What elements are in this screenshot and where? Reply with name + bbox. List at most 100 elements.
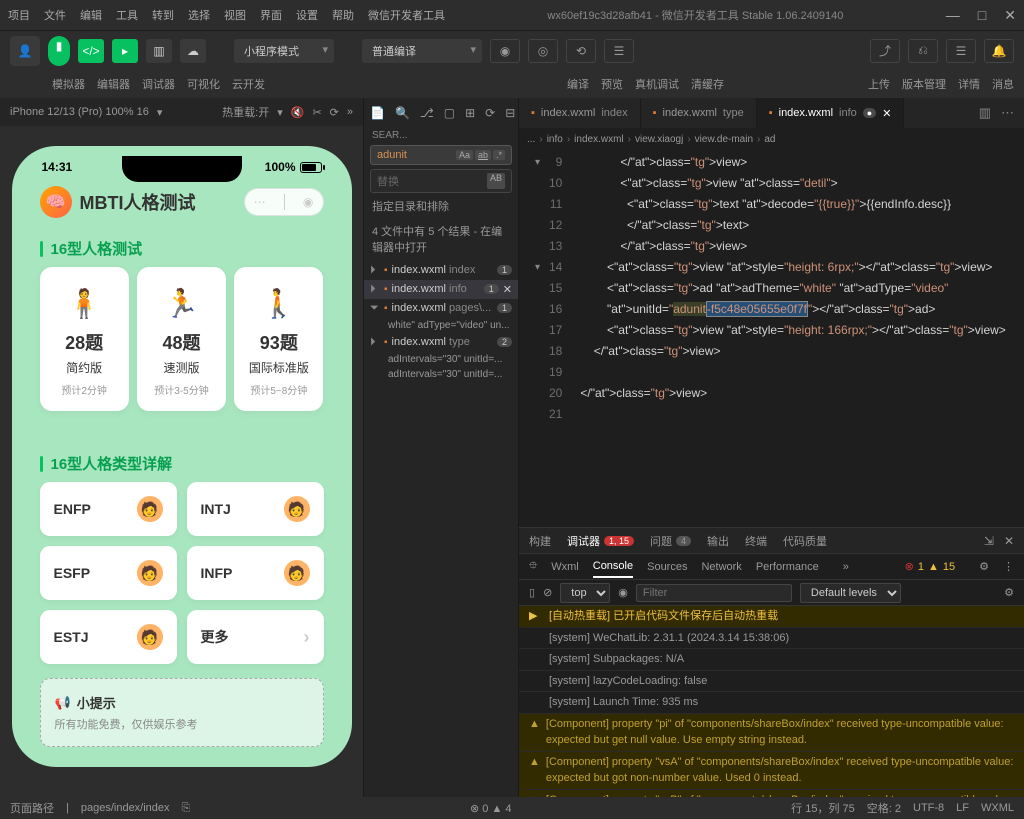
editor-tab[interactable]: ▪index.wxmlindex [519, 98, 641, 128]
inspect-icon[interactable]: ⯐ [529, 557, 537, 576]
menu-item[interactable]: 微信开发者工具 [368, 7, 445, 23]
tab-console[interactable]: Console [593, 556, 633, 578]
editor-tab[interactable]: ▪index.wxmltype [641, 98, 757, 128]
debugger-toggle[interactable]: ▸ [112, 39, 138, 63]
editor-tab[interactable]: ▪index.wxmlinfo●✕ [757, 98, 905, 128]
type-card[interactable]: INTJ🧑 [187, 482, 324, 536]
test-card[interactable]: 🧍28题简约版预计2分钟 [40, 267, 129, 411]
avatar-icon[interactable]: 👤 [10, 36, 40, 66]
mute-icon[interactable]: 🔇 [291, 106, 305, 119]
search-result-file[interactable]: ⏵▪index.wxml info1✕ [364, 280, 518, 299]
eye-icon[interactable]: ◉ [618, 586, 628, 599]
device-label[interactable]: iPhone 12/13 (Pro) 100% 16 [10, 106, 149, 118]
remote-debug-button[interactable]: ⟲ [566, 39, 596, 63]
menu-item[interactable]: 视图 [224, 7, 246, 23]
tab-performance[interactable]: Performance [756, 557, 819, 577]
explorer-icon[interactable]: 📄 [370, 106, 385, 120]
panel-close-icon[interactable]: ✕ [1004, 534, 1014, 548]
tab-wxml[interactable]: Wxml [551, 557, 579, 577]
editor-toggle[interactable]: </> [78, 39, 104, 63]
breadcrumb[interactable]: index.wxml [574, 134, 623, 145]
type-card[interactable]: ESTJ🧑 [40, 610, 177, 664]
message-button[interactable]: 🔔 [984, 39, 1014, 63]
compile-button[interactable]: ◉ [490, 39, 520, 63]
test-card[interactable]: 🏃48题速测版预计3-5分钟 [137, 267, 226, 411]
breadcrumb[interactable]: view.de-main [695, 134, 753, 145]
filter-input[interactable] [636, 584, 792, 602]
scope-toggle[interactable]: 指定目录和排除 [364, 195, 518, 220]
rotate-icon[interactable]: ⟳ [330, 106, 339, 119]
settings-icon[interactable]: ⚙ [1004, 586, 1014, 599]
menu-item[interactable]: 界面 [260, 7, 282, 23]
encoding[interactable]: UTF-8 [913, 802, 944, 814]
search-input[interactable]: adunit Aaab.* [370, 145, 512, 165]
close-icon[interactable]: ✕ [1004, 7, 1016, 24]
more-icon[interactable]: ⋯ [1001, 105, 1014, 121]
panel-tab[interactable]: 构建 [529, 533, 551, 549]
breadcrumb[interactable]: ad [764, 134, 775, 145]
ext-icon[interactable]: ⊞ [465, 106, 475, 120]
version-button[interactable]: ⎌ [908, 39, 938, 63]
breadcrumb[interactable]: info [547, 134, 563, 145]
language[interactable]: WXML [981, 802, 1014, 814]
upload-button[interactable]: ⤴ [870, 39, 900, 63]
test-card[interactable]: 🚶93题国际标准版预计5~8分钟 [234, 267, 323, 411]
menu-item[interactable]: 编辑 [80, 7, 102, 23]
snip-icon[interactable]: ✂ [312, 106, 321, 119]
clear-console-icon[interactable]: ⊘ [543, 586, 552, 599]
search-result-file[interactable]: ⏵▪index.wxml index1 [364, 261, 518, 280]
code-editor[interactable]: ▾▾ 9101112131415161718192021 </"at">clas… [519, 150, 1024, 527]
menu-item[interactable]: 选择 [188, 7, 210, 23]
indent[interactable]: 空格: 2 [867, 800, 901, 816]
minimize-icon[interactable]: — [946, 7, 960, 24]
menu-item[interactable]: 设置 [296, 7, 318, 23]
search-icon[interactable]: 🔍 [395, 106, 410, 120]
problems-count[interactable]: ⊗ 0 ▲ 4 [470, 802, 512, 815]
levels-select[interactable]: Default levels [800, 583, 901, 603]
type-card[interactable]: ESFP🧑 [40, 546, 177, 600]
type-card[interactable]: INFP🧑 [187, 546, 324, 600]
refresh-icon[interactable]: ⟳ [485, 106, 495, 120]
hot-reload-label[interactable]: 热重载:开 [222, 104, 269, 120]
maximize-icon[interactable]: □ [978, 7, 986, 24]
eol[interactable]: LF [956, 802, 969, 814]
simulator-toggle[interactable]: ▮ [48, 36, 70, 66]
panel-tab[interactable]: 代码质量 [783, 533, 827, 549]
phone-simulator[interactable]: 14:31 100% 🧠 MBTI人格测试 ⋯◉ 16型人格测试 🧍28题简约版… [12, 146, 352, 767]
capsule[interactable]: ⋯◉ [244, 188, 324, 216]
box-icon[interactable]: ▢ [444, 106, 455, 120]
menu-item[interactable]: 转到 [152, 7, 174, 23]
search-result-file[interactable]: ⏵▪index.wxml type2 [364, 333, 518, 352]
panel-tab[interactable]: 调试器1, 15 [567, 533, 634, 549]
preview-button[interactable]: ◎ [528, 39, 558, 63]
copy-icon[interactable]: ⎘ [182, 802, 191, 815]
panel-tab[interactable]: 输出 [707, 533, 729, 549]
menu-item[interactable]: 项目 [8, 7, 30, 23]
mode-select[interactable]: 小程序模式 [234, 39, 334, 63]
type-card[interactable]: ENFP🧑 [40, 482, 177, 536]
tab-sources[interactable]: Sources [647, 557, 687, 577]
branch-icon[interactable]: ⎇ [420, 106, 434, 120]
menu-item[interactable]: 工具 [116, 7, 138, 23]
cloud-toggle[interactable]: ☁ [180, 39, 206, 63]
details-button[interactable]: ☰ [946, 39, 976, 63]
more-card[interactable]: 更多› [187, 610, 324, 664]
breadcrumb[interactable]: view.xiaogj [635, 134, 683, 145]
panel-tab[interactable]: 终端 [745, 533, 767, 549]
panel-down-icon[interactable]: ⇲ [984, 534, 994, 548]
visual-toggle[interactable]: ▥ [146, 39, 172, 63]
clear-icon[interactable]: ⊟ [505, 106, 515, 120]
clear-cache-button[interactable]: ☰ [604, 39, 634, 63]
compile-select[interactable]: 普通编译 [362, 39, 482, 63]
split-icon[interactable]: ▥ [979, 105, 991, 121]
context-select[interactable]: top [560, 583, 610, 603]
replace-input[interactable]: 替换AB [370, 169, 512, 193]
sidebar-toggle-icon[interactable]: ▯ [529, 586, 535, 599]
route-path[interactable]: pages/index/index [81, 802, 170, 814]
search-result-file[interactable]: ⏷▪index.wxml pages\...1 [364, 299, 518, 318]
fold-icon[interactable]: » [347, 106, 353, 118]
cursor-pos[interactable]: 行 15，列 75 [791, 800, 855, 816]
menu-item[interactable]: 帮助 [332, 7, 354, 23]
tab-network[interactable]: Network [701, 557, 741, 577]
more-icon[interactable]: ⋮ [1003, 560, 1014, 573]
